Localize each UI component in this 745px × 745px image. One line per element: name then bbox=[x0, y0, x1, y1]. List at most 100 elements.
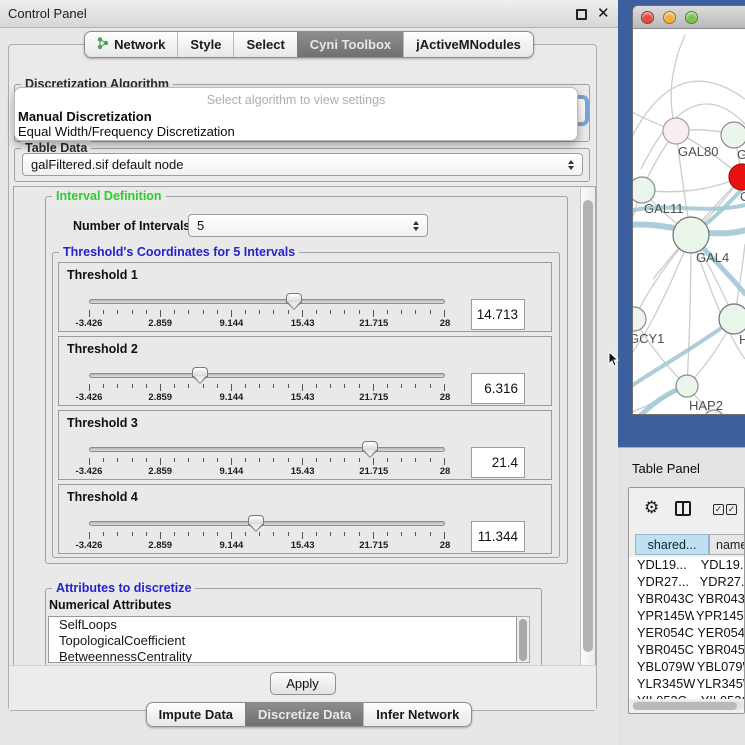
algorithm-popup-hint: Select algorithm to view settings bbox=[15, 93, 577, 107]
tab-cyni-toolbox[interactable]: Cyni Toolbox bbox=[297, 32, 403, 57]
tab-select[interactable]: Select bbox=[233, 32, 296, 57]
tick-mark bbox=[160, 458, 161, 465]
apply-button[interactable]: Apply bbox=[270, 672, 336, 695]
scale-label: -3.426 bbox=[76, 392, 103, 403]
table-row[interactable]: YDL19...YDL19... bbox=[629, 557, 745, 574]
network-node-h[interactable] bbox=[719, 304, 745, 334]
tick-mark bbox=[188, 458, 189, 462]
combo-stepper-icon bbox=[568, 160, 574, 170]
algorithm-option-equal-width[interactable]: Equal Width/Frequency Discretization bbox=[18, 124, 235, 139]
number-of-intervals-combobox[interactable]: 5 bbox=[188, 214, 428, 237]
settings-vertical-scrollbar[interactable] bbox=[580, 188, 595, 696]
tick-mark bbox=[259, 458, 260, 462]
tab-style[interactable]: Style bbox=[177, 32, 233, 57]
network-edge[interactable] bbox=[687, 235, 691, 386]
tick-mark bbox=[444, 532, 445, 539]
close-icon[interactable]: ✕ bbox=[597, 4, 610, 22]
threshold-slider-thumb[interactable] bbox=[248, 515, 264, 525]
network-icon bbox=[97, 36, 109, 53]
tick-mark bbox=[160, 532, 161, 539]
network-node-gal4[interactable] bbox=[673, 217, 709, 253]
node-label: H bbox=[739, 332, 745, 347]
tab-jactivemnodules[interactable]: jActiveMNodules bbox=[403, 32, 533, 57]
float-window-icon[interactable] bbox=[576, 9, 587, 20]
network-node-gal11[interactable] bbox=[633, 177, 655, 203]
attribute-list-item[interactable]: TopologicalCoefficient bbox=[49, 633, 516, 649]
tab-impute-data[interactable]: Impute Data bbox=[147, 703, 245, 726]
tick-mark bbox=[132, 458, 133, 462]
tick-mark bbox=[430, 310, 431, 314]
network-node-ga[interactable] bbox=[721, 122, 745, 148]
table-panel-window: ⚙ ✓ ✓ shared... name YDL19...YDL19...YDR… bbox=[628, 487, 745, 714]
tick-mark bbox=[188, 532, 189, 536]
threshold-slider-track[interactable] bbox=[89, 447, 445, 452]
table-row[interactable]: YBR043CYBR043C bbox=[629, 591, 745, 608]
network-edge[interactable] bbox=[634, 319, 687, 386]
tick-mark bbox=[132, 532, 133, 536]
network-edge[interactable] bbox=[642, 177, 742, 192]
table-row[interactable]: YIL052CYIL052C bbox=[629, 693, 745, 699]
tab-network[interactable]: Network bbox=[85, 32, 177, 57]
network-node-gcy1[interactable] bbox=[633, 307, 646, 331]
column-header-name[interactable]: name bbox=[709, 534, 745, 555]
threshold-value-field[interactable]: 6.316 bbox=[471, 373, 525, 404]
attribute-list-item[interactable]: SelfLoops bbox=[49, 617, 516, 633]
tab-discretize-data[interactable]: Discretize Data bbox=[245, 703, 363, 726]
network-canvas[interactable]: GAL80GACGAL11GAL4GCY1HHAP2 bbox=[633, 29, 745, 415]
table-row[interactable]: YBL079WYBL079W bbox=[629, 659, 745, 676]
table-row[interactable]: YPR145WYPR145W bbox=[629, 608, 745, 625]
scale-label: -3.426 bbox=[76, 466, 103, 477]
close-traffic-light-icon[interactable] bbox=[641, 11, 654, 24]
threshold-slider-thumb[interactable] bbox=[192, 367, 208, 377]
tick-mark bbox=[217, 532, 218, 536]
column-header-shared-name[interactable]: shared... bbox=[635, 534, 709, 555]
tick-mark bbox=[117, 384, 118, 388]
tick-mark bbox=[359, 458, 360, 462]
table-row[interactable]: YLR345WYLR345W bbox=[629, 676, 745, 693]
tab-infer-network[interactable]: Infer Network bbox=[363, 703, 471, 726]
interval-definition-title: Interval Definition bbox=[52, 189, 166, 203]
threshold-value-field[interactable]: 11.344 bbox=[471, 521, 525, 552]
network-node-hap2[interactable] bbox=[676, 375, 698, 397]
threshold-panel-3: Threshold 3-3.4262.8599.14415.4321.71528… bbox=[58, 410, 552, 480]
minimize-traffic-light-icon[interactable] bbox=[663, 11, 676, 24]
tab-label: jActiveMNodules bbox=[416, 37, 521, 52]
table-data-combobox[interactable]: galFiltered.sif default node bbox=[22, 153, 583, 176]
zoom-traffic-light-icon[interactable] bbox=[685, 11, 698, 24]
attributes-list-scrollbar[interactable] bbox=[517, 616, 530, 663]
table-row[interactable]: YBR045CYBR045C bbox=[629, 642, 745, 659]
tick-mark bbox=[273, 532, 274, 536]
scrollbar-thumb[interactable] bbox=[519, 619, 527, 661]
tick-mark bbox=[302, 310, 303, 317]
threshold-slider-thumb[interactable] bbox=[362, 441, 378, 451]
tick-mark bbox=[273, 310, 274, 314]
tick-mark bbox=[401, 310, 402, 314]
threshold-slider-track[interactable] bbox=[89, 299, 445, 304]
tick-mark bbox=[259, 384, 260, 388]
tick-mark bbox=[103, 384, 104, 388]
threshold-slider-track[interactable] bbox=[89, 373, 445, 378]
checkbox-icon[interactable]: ✓ bbox=[713, 504, 724, 515]
threshold-value-field[interactable]: 14.713 bbox=[471, 299, 525, 330]
gear-icon[interactable]: ⚙ bbox=[644, 498, 659, 518]
threshold-slider-track[interactable] bbox=[89, 521, 445, 526]
scrollbar-thumb[interactable] bbox=[633, 702, 737, 710]
column-layout-icon[interactable] bbox=[675, 501, 691, 516]
table-row[interactable]: YER054CYER054C bbox=[629, 625, 745, 642]
checkbox-icon[interactable]: ✓ bbox=[726, 504, 737, 515]
tick-mark bbox=[344, 310, 345, 314]
cell-name: YER054C bbox=[695, 625, 745, 642]
tick-mark bbox=[259, 532, 260, 536]
scrollbar-thumb[interactable] bbox=[583, 200, 593, 652]
network-node-gal80[interactable] bbox=[663, 118, 689, 144]
table-row[interactable]: YDR27...YDR27... bbox=[629, 574, 745, 591]
number-of-intervals-label: Number of Intervals bbox=[73, 219, 190, 233]
tick-mark bbox=[174, 310, 175, 314]
tick-mark bbox=[103, 532, 104, 536]
table-horizontal-scrollbar[interactable] bbox=[632, 701, 744, 710]
algorithm-option-manual[interactable]: Manual Discretization bbox=[18, 109, 152, 124]
threshold-slider-thumb[interactable] bbox=[286, 293, 302, 303]
attribute-list-item[interactable]: BetweennessCentrality bbox=[49, 649, 516, 663]
cell-name: YPR145W bbox=[694, 608, 745, 625]
threshold-value-field[interactable]: 21.4 bbox=[471, 447, 525, 478]
